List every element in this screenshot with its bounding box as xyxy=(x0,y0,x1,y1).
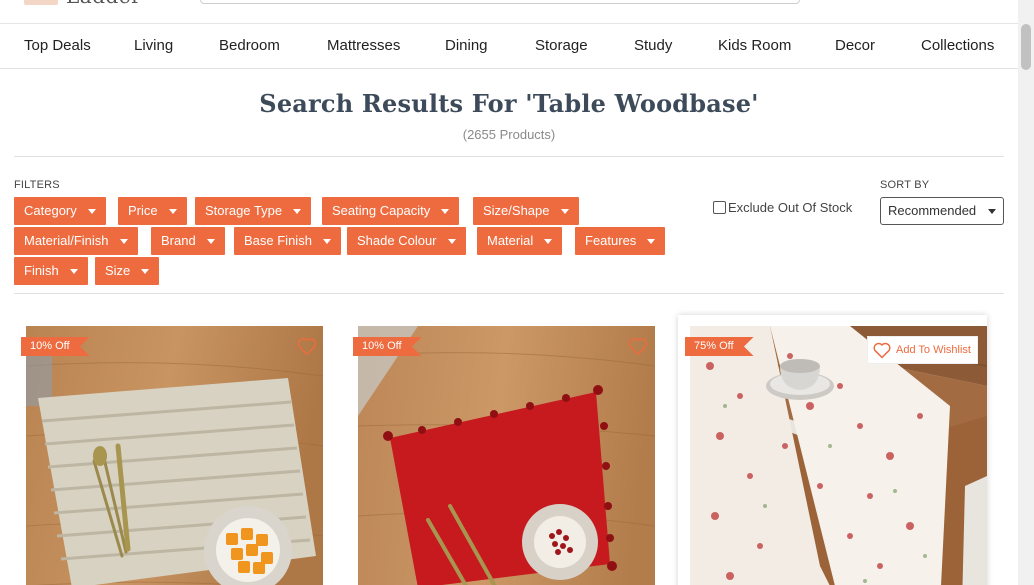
filter-base-finish[interactable]: Base Finish xyxy=(234,227,341,255)
caret-down-icon xyxy=(206,239,215,244)
brand-logo[interactable]: Ladder xyxy=(24,0,141,8)
caret-down-icon xyxy=(988,209,996,214)
filter-shade-colour[interactable]: Shade Colour xyxy=(347,227,466,255)
discount-badge: 75% Off xyxy=(685,337,754,356)
add-to-wishlist-label: Add To Wishlist xyxy=(896,344,971,356)
caret-down-icon xyxy=(141,269,150,274)
main-nav: Top Deals Living Bedroom Mattresses Dini… xyxy=(0,24,1018,69)
caret-down-icon xyxy=(447,239,456,244)
filter-label: Material/Finish xyxy=(24,233,109,248)
sort-select[interactable]: Recommended xyxy=(880,197,1004,225)
product-card[interactable]: 10% Off xyxy=(14,315,323,585)
filter-label: Size/Shape xyxy=(483,203,550,218)
heart-outline-icon[interactable] xyxy=(296,335,318,357)
product-image[interactable] xyxy=(690,326,987,585)
filter-price[interactable]: Price xyxy=(118,197,187,225)
filter-label: Size xyxy=(105,263,131,278)
filter-size-shape[interactable]: Size/Shape xyxy=(473,197,579,225)
nav-item-storage[interactable]: Storage xyxy=(535,37,588,54)
filter-label: Shade Colour xyxy=(357,233,437,248)
filter-label: Material xyxy=(487,233,534,248)
add-to-wishlist-button[interactable]: Add To Wishlist xyxy=(867,336,978,364)
caret-down-icon xyxy=(119,239,128,244)
caret-down-icon xyxy=(441,209,450,214)
caret-down-icon xyxy=(560,209,569,214)
nav-item-bedroom[interactable]: Bedroom xyxy=(219,37,280,54)
caret-down-icon xyxy=(322,239,331,244)
product-card[interactable]: 75% Off Add To Wishlist xyxy=(678,315,987,585)
filter-finish[interactable]: Finish xyxy=(14,257,88,285)
top-header: Ladder xyxy=(0,0,1018,24)
caret-down-icon xyxy=(647,239,656,244)
exclude-out-of-stock-label: Exclude Out Of Stock xyxy=(728,200,853,215)
exclude-out-of-stock-checkbox[interactable] xyxy=(713,201,726,214)
nav-item-dining[interactable]: Dining xyxy=(445,37,488,54)
caret-down-icon xyxy=(168,209,177,214)
heart-outline-icon xyxy=(873,342,891,359)
filter-category[interactable]: Category xyxy=(14,197,106,225)
nav-item-decor[interactable]: Decor xyxy=(835,37,875,54)
vertical-scrollbar[interactable] xyxy=(1018,0,1034,585)
sort-label: SORT BY xyxy=(880,179,930,191)
filter-label: Features xyxy=(585,233,637,248)
discount-badge: 10% Off xyxy=(353,337,422,356)
heart-outline-icon[interactable] xyxy=(627,335,649,357)
filter-material[interactable]: Material xyxy=(477,227,563,255)
filter-brand[interactable]: Brand xyxy=(151,227,225,255)
filter-label: Price xyxy=(128,203,158,218)
product-image[interactable] xyxy=(358,326,655,585)
caret-down-icon xyxy=(69,269,78,274)
filter-features[interactable]: Features xyxy=(575,227,666,255)
filter-label: Seating Capacity xyxy=(332,203,431,218)
caret-down-icon xyxy=(544,239,553,244)
search-input[interactable] xyxy=(200,0,800,4)
sort-selected-value: Recommended xyxy=(888,203,977,218)
caret-down-icon xyxy=(293,209,302,214)
divider xyxy=(14,293,1004,294)
nav-item-study[interactable]: Study xyxy=(634,37,672,54)
filter-material-finish[interactable]: Material/Finish xyxy=(14,227,138,255)
filters-label: FILTERS xyxy=(14,179,60,191)
nav-item-mattresses[interactable]: Mattresses xyxy=(327,37,400,54)
filter-label: Brand xyxy=(161,233,196,248)
nav-item-collections[interactable]: Collections xyxy=(921,37,994,54)
filter-label: Category xyxy=(24,203,77,218)
nav-item-kids-room[interactable]: Kids Room xyxy=(718,37,791,54)
exclude-out-of-stock[interactable]: Exclude Out Of Stock xyxy=(713,200,852,215)
filter-label: Base Finish xyxy=(244,233,312,248)
logo-mark-icon xyxy=(24,0,58,5)
scrollbar-thumb[interactable] xyxy=(1021,24,1031,70)
logo-text: Ladder xyxy=(66,0,141,8)
page-title: Search Results For 'Table Woodbase' xyxy=(259,89,759,118)
filter-label: Storage Type xyxy=(205,203,283,218)
nav-item-top-deals[interactable]: Top Deals xyxy=(24,37,91,54)
product-card[interactable]: 10% Off xyxy=(346,315,655,585)
divider xyxy=(14,156,1004,157)
product-image[interactable] xyxy=(26,326,323,585)
filter-size[interactable]: Size xyxy=(95,257,160,285)
caret-down-icon xyxy=(87,209,96,214)
nav-item-living[interactable]: Living xyxy=(134,37,173,54)
filter-storage-type[interactable]: Storage Type xyxy=(195,197,312,225)
filter-seating-capacity[interactable]: Seating Capacity xyxy=(322,197,460,225)
filter-label: Finish xyxy=(24,263,59,278)
product-count: (2655 Products) xyxy=(462,127,556,142)
discount-badge: 10% Off xyxy=(21,337,90,356)
